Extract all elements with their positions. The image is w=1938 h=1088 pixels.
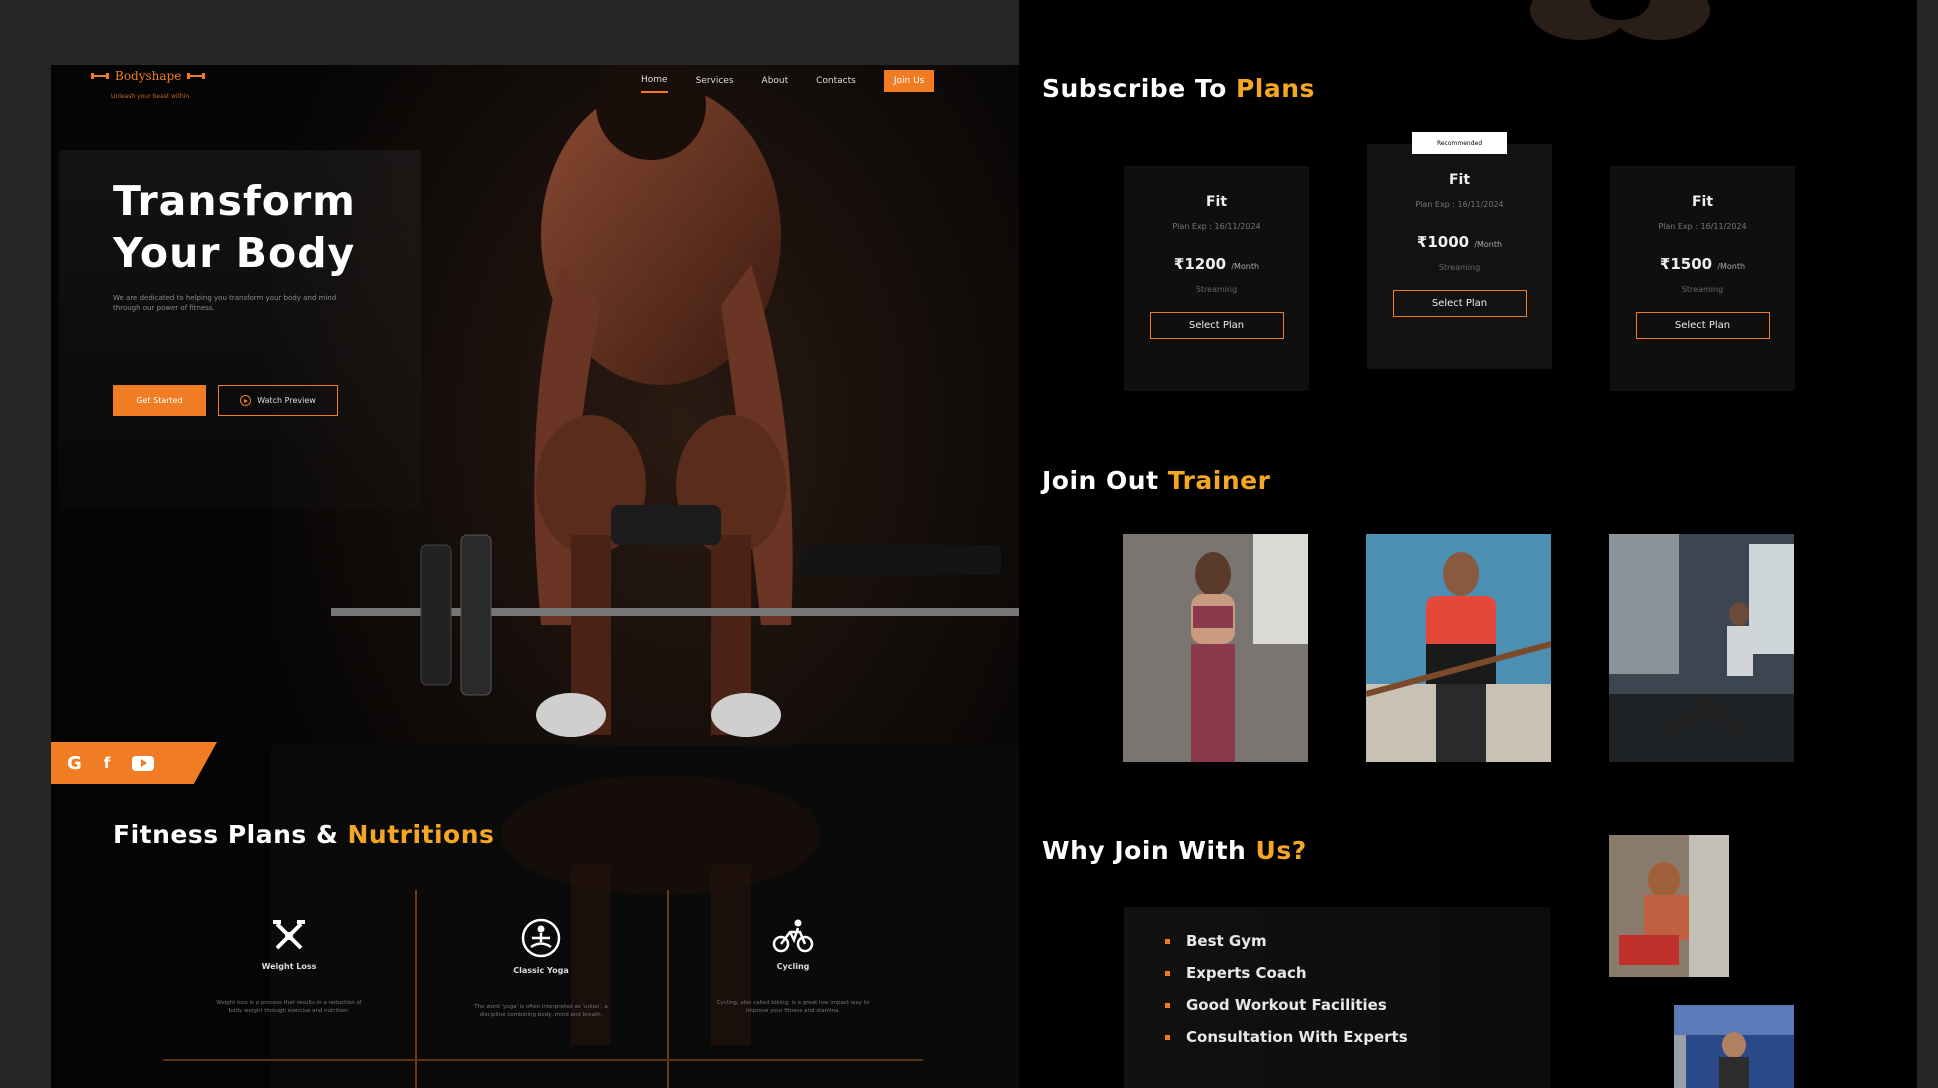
plan-name: Fit: [1367, 172, 1552, 188]
dumbbell-icon: [91, 71, 109, 81]
get-started-button[interactable]: Get Started: [113, 385, 206, 416]
feature-name: Classic Yoga: [451, 966, 631, 975]
select-plan-button[interactable]: Select Plan: [1150, 312, 1284, 339]
facebook-icon[interactable]: f: [104, 754, 111, 772]
workout-photo: [1609, 835, 1729, 977]
watch-preview-label: Watch Preview: [257, 396, 316, 405]
feature-name: Cycling: [703, 962, 883, 971]
why-section-title: Why Join With Us?: [1042, 836, 1307, 865]
select-plan-button[interactable]: Select Plan: [1636, 312, 1770, 339]
list-item: Best Gym: [1165, 925, 1408, 957]
plan-price: ₹1000 /Month: [1367, 233, 1552, 251]
watch-preview-button[interactable]: Watch Preview: [218, 385, 338, 416]
divider: [163, 1059, 923, 1061]
why-join-list: Best Gym Experts Coach Good Workout Faci…: [1165, 925, 1408, 1053]
trainer-photo[interactable]: [1366, 534, 1551, 762]
youtube-icon[interactable]: [132, 756, 154, 771]
landing-hero-panel: Bodyshape Unleash your beast within Home…: [51, 65, 1019, 1088]
play-icon: [240, 395, 251, 406]
trainer-photo[interactable]: [1609, 534, 1794, 762]
plans-section-title: Subscribe To Plans: [1042, 74, 1315, 103]
plan-price: ₹1500 /Month: [1610, 255, 1795, 273]
gym-photo: [1674, 1005, 1794, 1088]
plan-expiry: Plan Exp : 16/11/2024: [1610, 222, 1795, 231]
social-bar: G f: [51, 742, 217, 784]
fitness-section-title: Fitness Plans & Nutritions: [113, 820, 494, 849]
plan-price: ₹1200 /Month: [1124, 255, 1309, 273]
google-icon[interactable]: G: [67, 753, 82, 774]
plan-card: Fit Plan Exp : 16/11/2024 ₹1200 /Month S…: [1124, 166, 1309, 391]
plan-card-recommended: Fit Plan Exp : 16/11/2024 ₹1000 /Month S…: [1367, 144, 1552, 369]
plan-feature: Streaming: [1124, 285, 1309, 294]
nav-links: Home Services About Contacts Join Us: [641, 75, 934, 93]
hero-subtitle: We are dedicated to helping you transfor…: [113, 293, 363, 313]
feature-name: Weight Loss: [199, 962, 379, 971]
top-arms-photo: [1520, 0, 1720, 50]
feature-desc: The word 'yoga' is often interpreted as …: [461, 1003, 621, 1019]
nav-home[interactable]: Home: [641, 75, 668, 93]
trainer-photo[interactable]: [1123, 534, 1308, 762]
join-us-button[interactable]: Join Us: [884, 70, 935, 92]
canvas-edge: [1917, 0, 1938, 1088]
trainer-section-title: Join Out Trainer: [1042, 466, 1270, 495]
top-navigation: Bodyshape Unleash your beast within Home…: [51, 65, 1019, 125]
brand-name: Bodyshape: [115, 69, 181, 83]
weight-loss-icon: [271, 918, 307, 954]
feature-cycling[interactable]: Cycling Cycling, also called biking, is …: [703, 918, 883, 1015]
plan-expiry: Plan Exp : 16/11/2024: [1367, 200, 1552, 209]
plan-name: Fit: [1124, 194, 1309, 210]
nav-contacts[interactable]: Contacts: [816, 76, 856, 92]
plan-card: Fit Plan Exp : 16/11/2024 ₹1500 /Month S…: [1610, 166, 1795, 391]
brand-tagline: Unleash your beast within: [111, 93, 189, 100]
cycling-icon: [772, 918, 814, 954]
plan-feature: Streaming: [1367, 263, 1552, 272]
feature-desc: Cycling, also called biking, is a great …: [713, 999, 873, 1015]
plan-expiry: Plan Exp : 16/11/2024: [1124, 222, 1309, 231]
feature-weight-loss[interactable]: Weight Loss Weight loss is a process tha…: [199, 918, 379, 1015]
plan-name: Fit: [1610, 194, 1795, 210]
recommended-badge: Recommended: [1412, 132, 1507, 154]
feature-desc: Weight loss is a process that results in…: [209, 999, 369, 1015]
list-item: Experts Coach: [1165, 957, 1408, 989]
plan-feature: Streaming: [1610, 285, 1795, 294]
brand-logo[interactable]: Bodyshape: [91, 69, 205, 83]
nav-about[interactable]: About: [762, 76, 789, 92]
feature-classic-yoga[interactable]: Classic Yoga The word 'yoga' is often in…: [451, 918, 631, 1019]
dumbbell-icon: [187, 71, 205, 81]
list-item: Good Workout Facilities: [1165, 989, 1408, 1021]
hero-title: Transform Your Body: [113, 175, 413, 279]
yoga-icon: [521, 918, 561, 958]
list-item: Consultation With Experts: [1165, 1021, 1408, 1053]
nav-services[interactable]: Services: [696, 76, 734, 92]
select-plan-button[interactable]: Select Plan: [1393, 290, 1527, 317]
